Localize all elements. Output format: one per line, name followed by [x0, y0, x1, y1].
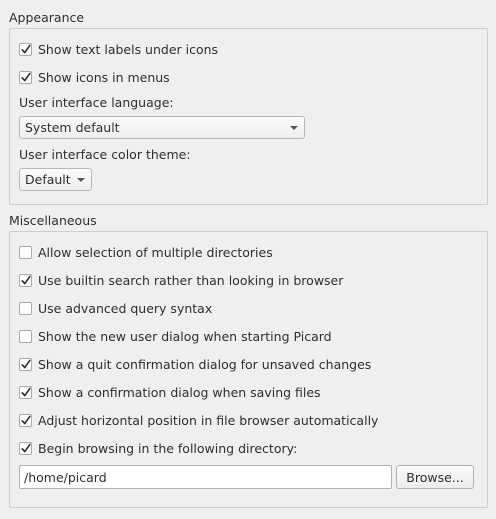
- misc-group-title: Miscellaneous: [9, 213, 97, 228]
- checkbox-label: Show a quit confirmation dialog for unsa…: [38, 356, 372, 372]
- save-confirmation-checkbox[interactable]: Show a confirmation dialog when saving f…: [19, 383, 321, 401]
- show-icons-menus-checkbox[interactable]: Show icons in menus: [19, 68, 170, 86]
- checkmark-icon[interactable]: [19, 42, 32, 56]
- checkbox-label: Use builtin search rather than looking i…: [38, 272, 344, 288]
- checkbox-label: Show a confirmation dialog when saving f…: [38, 384, 321, 400]
- checkmark-icon[interactable]: [19, 413, 32, 427]
- theme-select[interactable]: Default: [19, 168, 92, 191]
- checkbox-label: Adjust horizontal position in file brows…: [38, 412, 379, 428]
- checkbox-label: Allow selection of multiple directories: [38, 244, 273, 260]
- checkbox-label: Show the new user dialog when starting P…: [38, 328, 332, 344]
- builtin-search-checkbox[interactable]: Use builtin search rather than looking i…: [19, 271, 343, 289]
- chevron-down-icon: [77, 178, 85, 182]
- checkbox-icon[interactable]: [19, 301, 32, 315]
- show-text-labels-checkbox[interactable]: Show text labels under icons: [19, 40, 218, 58]
- checkbox-label: Show text labels under icons: [38, 41, 219, 57]
- checkmark-icon[interactable]: [19, 273, 32, 287]
- checkmark-icon[interactable]: [19, 441, 32, 455]
- checkbox-icon[interactable]: [19, 329, 32, 343]
- checkmark-icon[interactable]: [19, 385, 32, 399]
- theme-select-value: Default: [25, 172, 71, 187]
- begin-browsing-checkbox[interactable]: Begin browsing in the following director…: [19, 439, 297, 457]
- quit-confirmation-checkbox[interactable]: Show a quit confirmation dialog for unsa…: [19, 355, 371, 373]
- adjust-horizontal-checkbox[interactable]: Adjust horizontal position in file brows…: [19, 411, 378, 429]
- language-select[interactable]: System default: [19, 116, 305, 139]
- checkbox-icon[interactable]: [19, 245, 32, 259]
- browse-button[interactable]: Browse...: [396, 465, 474, 489]
- directory-input[interactable]: [19, 465, 392, 489]
- appearance-group-title: Appearance: [9, 10, 85, 25]
- theme-label: User interface color theme:: [19, 147, 191, 162]
- checkmark-icon[interactable]: [19, 357, 32, 371]
- checkbox-label: Show icons in menus: [38, 69, 170, 85]
- chevron-down-icon: [290, 126, 298, 130]
- language-select-value: System default: [25, 120, 120, 135]
- language-label: User interface language:: [19, 95, 174, 110]
- multiple-directories-checkbox[interactable]: Allow selection of multiple directories: [19, 243, 273, 261]
- checkmark-icon[interactable]: [19, 70, 32, 84]
- checkbox-label: Begin browsing in the following director…: [38, 440, 298, 456]
- checkbox-label: Use advanced query syntax: [38, 300, 213, 316]
- new-user-dialog-checkbox[interactable]: Show the new user dialog when starting P…: [19, 327, 332, 345]
- advanced-query-checkbox[interactable]: Use advanced query syntax: [19, 299, 212, 317]
